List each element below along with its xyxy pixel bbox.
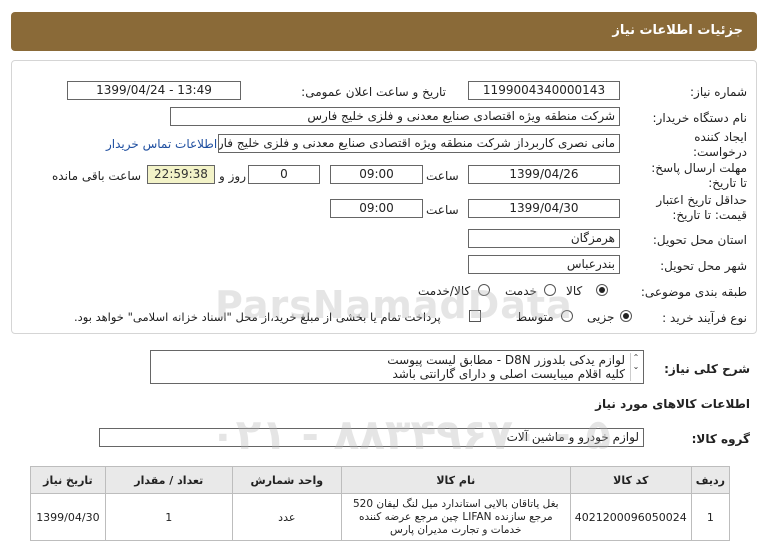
description-line-2: کلیه اقلام میبایست اصلی و دارای گارانتی …: [392, 367, 625, 381]
row-code: 4021200096050024: [569, 493, 692, 541]
validity-time-label: ساعت: [426, 203, 459, 217]
description-line-1: لوازم یدکی بلدوزر D8N - مطابق لیست پیوست: [387, 353, 625, 367]
announce-datetime-field[interactable]: 1399/04/24 - 13:49: [67, 81, 241, 100]
buyer-label: نام دستگاه خریدار:: [652, 111, 748, 125]
goods-table-wrapper: ردیف کد کالا نام کالا واحد شمارش تعداد /…: [30, 466, 731, 541]
city-field[interactable]: بندرعباس: [468, 255, 620, 274]
process-option-medium: متوسط: [516, 310, 554, 324]
col-unit: واحد شمارش: [231, 466, 342, 494]
treasury-payment-checkbox[interactable]: [469, 310, 481, 322]
buyer-contact-link[interactable]: اطلاعات تماس خریدار: [106, 137, 217, 151]
col-index: ردیف: [690, 466, 731, 494]
col-date: تاریخ نیاز: [30, 466, 106, 494]
row-qty: 1: [104, 493, 233, 541]
validity-time-field[interactable]: 09:00: [330, 199, 423, 218]
price-validity-label: حداقل تاریخ اعتبار قیمت: تا تاریخ:: [656, 193, 747, 222]
process-type-label: نوع فرآیند خرید :: [662, 311, 747, 325]
treasury-payment-note: پرداخت تمام یا بخشی از مبلغ خرید،از محل …: [74, 310, 441, 324]
announce-datetime-label: تاریخ و ساعت اعلان عمومی:: [301, 85, 446, 99]
category-radio-goods-service[interactable]: [478, 284, 490, 296]
province-label: استان محل تحویل:: [652, 233, 747, 247]
row-index: 1: [690, 493, 731, 541]
goods-group-label: گروه کالا:: [691, 432, 750, 446]
col-name: نام کالا: [340, 466, 571, 494]
category-option-goods: کالا: [566, 284, 583, 298]
deadline-date-field[interactable]: 1399/04/26: [468, 165, 620, 184]
category-option-service: خدمت: [505, 284, 537, 298]
description-label: شرح کلی نیاز:: [664, 362, 750, 376]
col-code: کد کالا: [569, 466, 692, 494]
deadline-time-field[interactable]: 09:00: [330, 165, 423, 184]
creator-label: ایجاد کننده درخواست:: [693, 130, 747, 159]
validity-date-field[interactable]: 1399/04/30: [468, 199, 620, 218]
category-radio-goods[interactable]: [596, 284, 608, 296]
row-name: بغل یاتاقان بالایی استاندارد میل لنگ لیف…: [340, 493, 571, 541]
deadline-label: مهلت ارسال پاسخ: تا تاریخ:: [651, 161, 747, 190]
buyer-field[interactable]: شرکت منطقه ویژه اقتصادی صنایع معدنی و فل…: [170, 107, 620, 126]
row-date: 1399/04/30: [30, 493, 106, 541]
goods-section-title: اطلاعات کالاهای مورد نیاز: [595, 397, 750, 411]
category-radio-service[interactable]: [544, 284, 556, 296]
description-scrollbar[interactable]: ⌃ ⌄: [630, 353, 641, 381]
goods-table: ردیف کد کالا نام کالا واحد شمارش تعداد /…: [30, 466, 731, 541]
deadline-time-label: ساعت: [426, 169, 459, 183]
category-option-goods-service: کالا/خدمت: [418, 284, 471, 298]
page-title: جزئیات اطلاعات نیاز: [612, 23, 743, 38]
process-radio-minor[interactable]: [620, 310, 632, 322]
process-option-minor: جزیی: [587, 310, 615, 324]
days-remaining-field[interactable]: 0: [248, 165, 320, 184]
province-field[interactable]: هرمزگان: [468, 229, 620, 248]
goods-table-header: ردیف کد کالا نام کالا واحد شمارش تعداد /…: [30, 466, 731, 494]
need-number-field[interactable]: 1199004340000143: [468, 81, 620, 100]
page-header: جزئیات اطلاعات نیاز: [11, 12, 757, 51]
table-row[interactable]: 1 4021200096050024 بغل یاتاقان بالایی اس…: [30, 493, 731, 541]
days-label: روز و: [219, 169, 246, 183]
remaining-time-label: ساعت باقی مانده: [52, 169, 142, 183]
process-radio-medium[interactable]: [561, 310, 573, 322]
creator-field[interactable]: مانی نصری کاربرداز شرکت منطقه ویژه اقتصا…: [218, 134, 620, 153]
need-number-label: شماره نیاز:: [690, 85, 747, 99]
row-unit: عدد: [231, 493, 342, 541]
description-box[interactable]: لوازم یدکی بلدوزر D8N - مطابق لیست پیوست…: [150, 350, 644, 384]
city-label: شهر محل تحویل:: [660, 259, 747, 273]
category-label: طبقه بندی موضوعی:: [640, 285, 747, 299]
remaining-time-field: 22:59:38: [147, 165, 215, 184]
goods-group-field[interactable]: لوازم خودرو و ماشین آلات: [99, 428, 644, 447]
col-qty: تعداد / مقدار: [104, 466, 233, 494]
